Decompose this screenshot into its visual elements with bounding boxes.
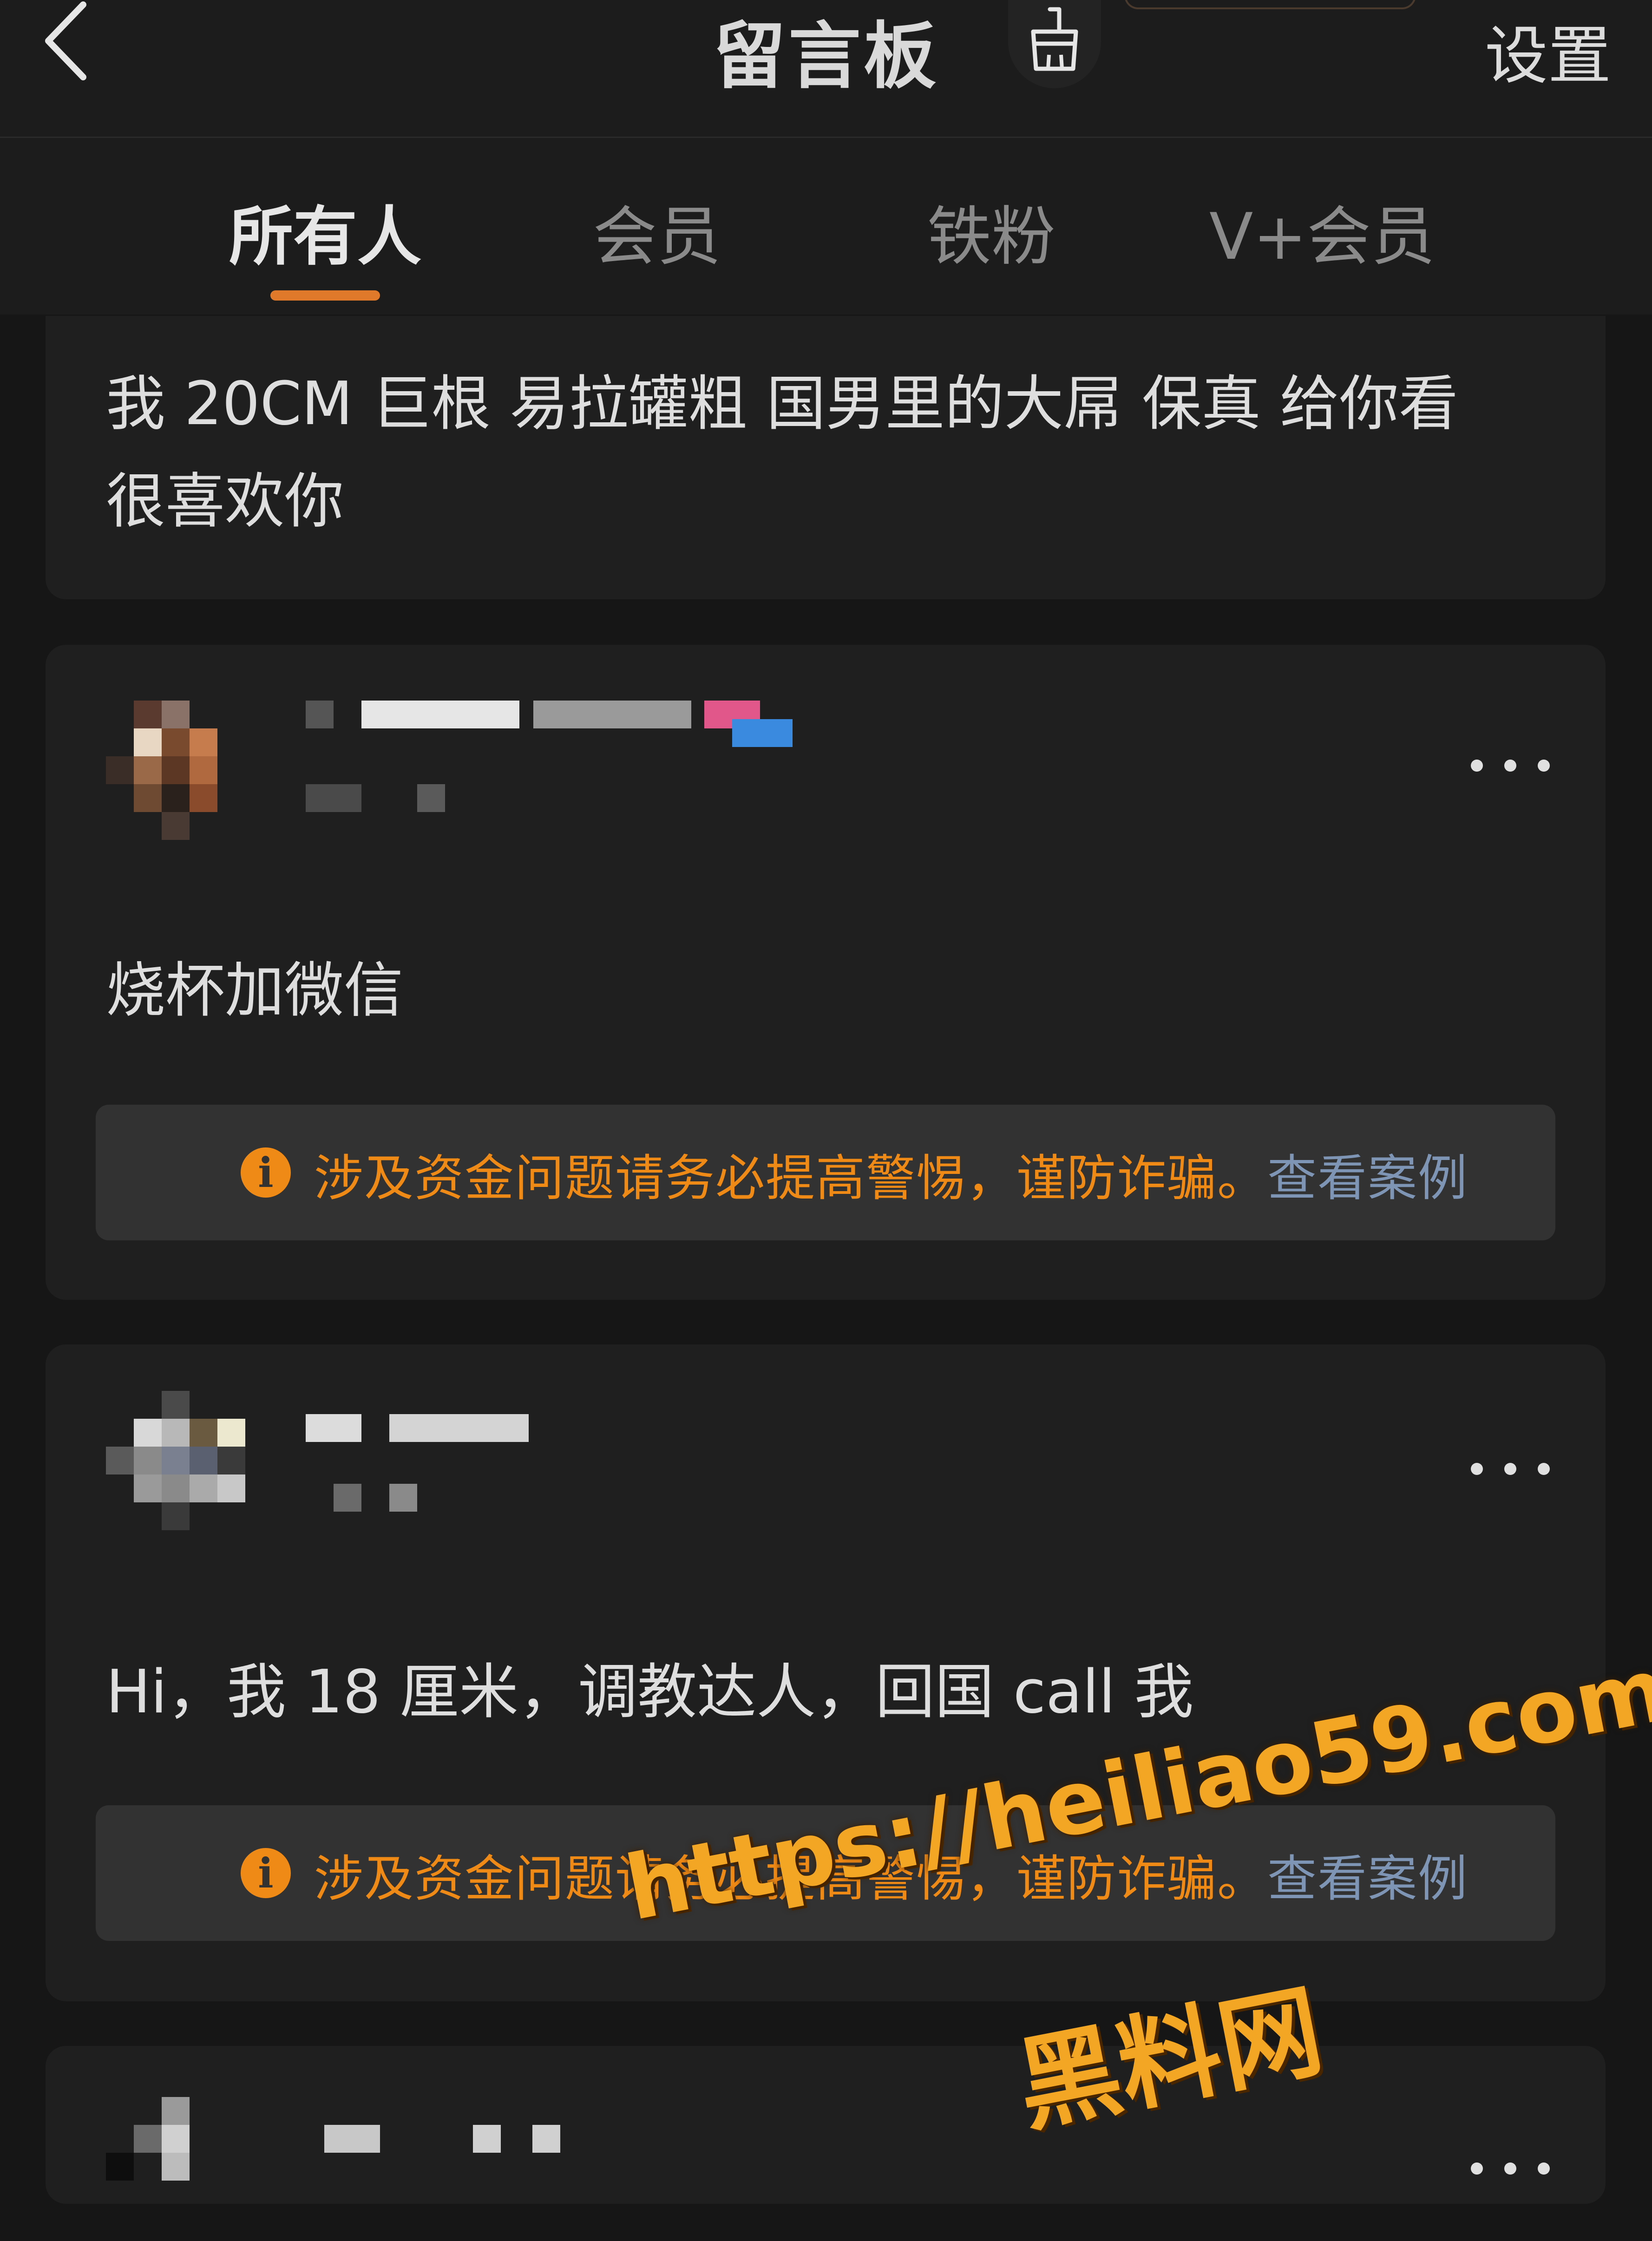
avatar[interactable] <box>106 701 250 845</box>
user-meta-blurred <box>389 1484 417 1512</box>
tab-member[interactable]: 会员 <box>593 184 721 277</box>
tab-all[interactable]: 所有人 <box>229 184 421 277</box>
view-cases-link[interactable]: 查看案例 <box>1267 1150 1468 1207</box>
fraud-warning-banner: i 涉及资金问题请务必提高警惕，谨防诈骗。查看案例 <box>96 1105 1555 1240</box>
tab-iron-fans[interactable]: 铁粉 <box>927 184 1055 277</box>
username-blurred <box>389 1414 529 1442</box>
username-blurred <box>361 701 519 728</box>
more-options-button[interactable] <box>1471 2155 1550 2182</box>
top-pill-decoration <box>1124 0 1416 9</box>
avatar[interactable] <box>106 1391 250 1535</box>
message-card <box>46 2046 1606 2204</box>
username-blurred <box>324 2125 380 2153</box>
username-blurred <box>532 2125 560 2153</box>
message-text: 烧杯加微信 <box>106 956 404 1025</box>
view-cases-link[interactable]: 查看案例 <box>1267 1850 1468 1907</box>
avatar[interactable] <box>106 2097 250 2241</box>
active-tab-indicator <box>270 290 380 301</box>
more-dots-icon <box>1471 1463 1483 1475</box>
info-icon: i <box>241 1147 291 1198</box>
more-dots-icon <box>1471 2162 1483 2175</box>
more-options-button[interactable] <box>1471 752 1550 780</box>
top-bar: 留言板 设置 <box>0 0 1652 138</box>
brush-icon <box>1031 7 1078 71</box>
more-dots-icon <box>1471 760 1483 772</box>
username-blurred <box>533 701 691 728</box>
message-card: 我 20CM 巨根 易拉罐粗 国男里的大屌 保真 给你看 很喜欢你 <box>46 316 1606 599</box>
more-options-button[interactable] <box>1471 1455 1550 1483</box>
user-meta-blurred <box>417 784 445 812</box>
warning-text: 涉及资金问题请务必提高警惕，谨防诈骗。查看案例 <box>314 1150 1468 1207</box>
page-title: 留言板 <box>713 14 939 98</box>
member-badge <box>732 719 793 747</box>
settings-button[interactable]: 设置 <box>1485 5 1611 96</box>
username-blurred <box>306 1414 361 1442</box>
message-card: 烧杯加微信 i 涉及资金问题请务必提高警惕，谨防诈骗。查看案例 <box>46 645 1606 1300</box>
tab-v-plus-member[interactable]: V+会员 <box>1209 184 1435 277</box>
info-icon: i <box>241 1848 291 1898</box>
user-meta-blurred <box>306 784 361 812</box>
message-text: 我 20CM 巨根 易拉罐粗 国男里的大屌 保真 给你看 很喜欢你 <box>106 369 1458 536</box>
user-meta-blurred <box>334 1484 361 1512</box>
filter-tabs: 所有人 会员 铁粉 V+会员 <box>0 138 1652 315</box>
username-blurred <box>306 701 334 728</box>
username-blurred <box>473 2125 501 2153</box>
